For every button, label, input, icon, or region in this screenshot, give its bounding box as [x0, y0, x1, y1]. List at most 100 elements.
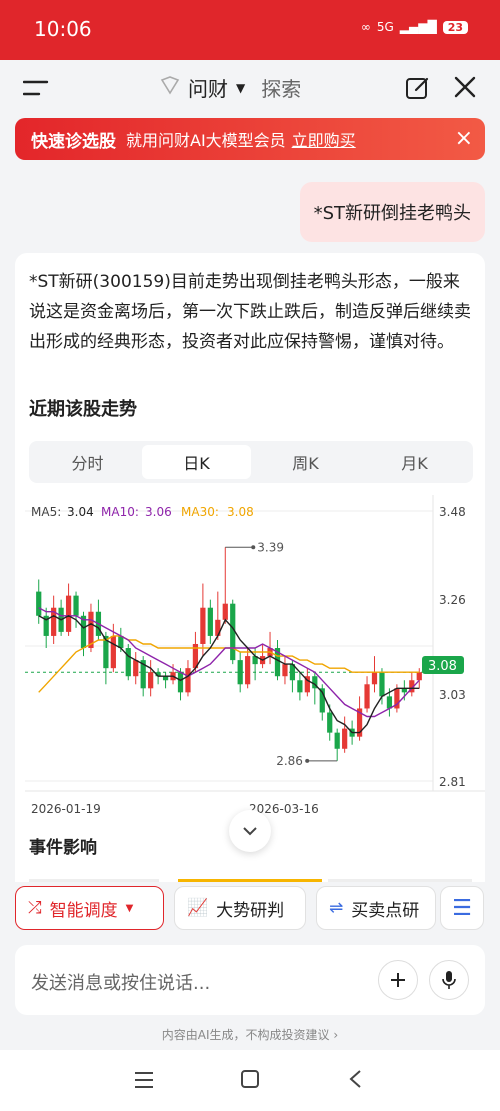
ma5-line	[38, 615, 420, 734]
candle	[282, 664, 288, 677]
trend-chart-icon: 📈	[187, 898, 209, 918]
candle	[148, 672, 154, 689]
answer-card: *ST新研(300159)目前走势出现倒挂老鸭头形态，一般来说这是资金离场后，第…	[15, 253, 485, 893]
home-icon[interactable]	[238, 1067, 262, 1091]
candlestick-chart: MA5: 3.04 MA10: 3.06 MA30: 3.08 3.48 3.2…	[25, 495, 485, 816]
top-bar: 问财 ▼ 探索	[0, 60, 500, 116]
quick-actions: ⤮ 智能调度 ▼ 📈 大势研判 ⇌ 买卖点研 ☰	[0, 882, 500, 942]
market-analysis-button[interactable]: 📈 大势研判	[174, 886, 306, 930]
exchange-icon: ⇌	[329, 898, 344, 918]
banner-title: 快速诊选股	[31, 131, 116, 152]
back-icon[interactable]	[343, 1067, 367, 1091]
candle	[371, 672, 378, 685]
app-title[interactable]: 问财	[188, 73, 228, 102]
ma10-label: MA10:	[101, 505, 139, 519]
tab-intraday[interactable]: 分时	[33, 445, 142, 479]
ma5-label: MA5:	[31, 505, 61, 519]
promo-banner[interactable]: 快速诊选股 就用问财AI大模型会员 立即购买 ×	[15, 118, 485, 160]
title-group: 问财 ▼ 探索	[160, 73, 301, 102]
ma30-label: MA30:	[181, 505, 219, 519]
status-bar: 10:06 ∞ 5G ▂▄▆█ 23	[0, 0, 500, 60]
candle	[416, 672, 422, 681]
candle	[80, 615, 87, 649]
system-nav-bar	[0, 1050, 500, 1111]
tab-daily-k[interactable]: 日K	[142, 445, 251, 479]
status-icons: ∞ 5G ▂▄▆█ 23	[361, 20, 468, 34]
max-price-label: 3.39	[257, 540, 284, 554]
message-input[interactable]: 发送消息或按住说话...	[31, 969, 210, 995]
message-input-box[interactable]: 发送消息或按住说话...	[15, 945, 485, 1015]
ai-disclaimer[interactable]: 内容由AI生成，不构成投资建议 ›	[0, 1026, 500, 1043]
close-icon[interactable]	[452, 74, 478, 100]
status-time: 10:06	[34, 17, 92, 41]
section-title: 近期该股走势	[29, 399, 137, 420]
chevron-down-icon	[243, 827, 257, 836]
quick-action-label: 智能调度	[49, 900, 118, 921]
answer-text: *ST新研(300159)目前走势出现倒挂老鸭头形态，一般来说这是资金离场后，第…	[29, 272, 471, 352]
link-icon: ∞	[360, 20, 371, 34]
y-tick-label: 3.26	[439, 593, 466, 607]
chart-tabs: 分时 日K 周K 月K	[29, 441, 473, 483]
ma5-value: 3.04	[67, 505, 94, 519]
quick-action-label: 大势研判	[216, 900, 285, 921]
min-price-label: 2.86	[276, 754, 303, 768]
smart-dispatch-button[interactable]: ⤮ 智能调度 ▼	[15, 886, 164, 930]
chat-sheet: 问财 ▼ 探索 快速诊选股 就用问财AI大模型会员 立即购买 × *ST新研倒挂…	[0, 60, 500, 1111]
signal-icon: ▂▄▆█	[399, 20, 437, 34]
candle	[245, 656, 251, 685]
candle	[125, 648, 131, 677]
tab-weekly-k[interactable]: 周K	[251, 445, 360, 479]
ma30-value: 3.08	[227, 505, 254, 519]
chevron-right-icon: ›	[333, 1028, 339, 1042]
edit-icon[interactable]	[404, 74, 432, 102]
candle	[133, 660, 139, 677]
battery-icon: 23	[442, 20, 468, 34]
y-tick-label: 3.03	[439, 688, 466, 702]
candle	[297, 680, 303, 693]
network-label: 5G	[376, 20, 394, 34]
stock-chart[interactable]: MA5: 3.04 MA10: 3.06 MA30: 3.08 3.48 3.2…	[25, 495, 485, 820]
candle	[342, 728, 348, 749]
tab-monthly-k[interactable]: 月K	[360, 445, 469, 479]
disclaimer-text: 内容由AI生成，不构成投资建议	[161, 1028, 330, 1042]
banner-close-icon[interactable]: ×	[455, 126, 473, 151]
recent-apps-icon[interactable]	[132, 1068, 156, 1092]
candle	[65, 595, 72, 632]
voice-button[interactable]	[429, 960, 469, 1000]
candle	[386, 696, 393, 709]
ma10-value: 3.06	[145, 505, 172, 519]
candle	[334, 732, 340, 749]
events-title: 事件影响	[29, 838, 97, 858]
candle	[110, 635, 116, 669]
plus-icon	[391, 973, 405, 987]
candle	[327, 712, 333, 733]
candle	[200, 607, 206, 644]
user-message-bubble: *ST新研倒挂老鸭头	[299, 182, 485, 242]
chevron-down-icon[interactable]: ▼	[236, 81, 245, 95]
candle	[185, 668, 191, 693]
add-button[interactable]	[378, 960, 418, 1000]
banner-text: 就用问财AI大模型会员	[126, 131, 286, 150]
candle	[73, 595, 79, 616]
candle	[207, 607, 213, 636]
y-tick-label: 2.81	[439, 775, 466, 789]
scroll-down-button[interactable]	[229, 810, 271, 852]
microphone-icon	[442, 971, 456, 989]
brand-logo-icon	[160, 75, 180, 100]
tab-explore[interactable]: 探索	[261, 73, 301, 102]
more-menu-button[interactable]: ☰	[440, 886, 484, 930]
candle	[379, 672, 385, 697]
ma30-line	[38, 635, 420, 693]
max-annotation-dot	[251, 545, 256, 550]
quick-action-label: 买卖点研	[351, 900, 420, 921]
candle	[36, 591, 42, 616]
buy-now-link[interactable]: 立即购买	[292, 127, 356, 151]
menu-icon[interactable]	[22, 76, 50, 100]
y-tick-label: 3.48	[439, 505, 466, 519]
trade-point-button[interactable]: ⇌ 买卖点研	[316, 886, 436, 930]
candle	[118, 635, 124, 649]
candle	[177, 672, 184, 693]
x-tick-label: 2026-01-19	[31, 802, 101, 816]
candle	[237, 660, 243, 685]
candle	[222, 603, 228, 620]
